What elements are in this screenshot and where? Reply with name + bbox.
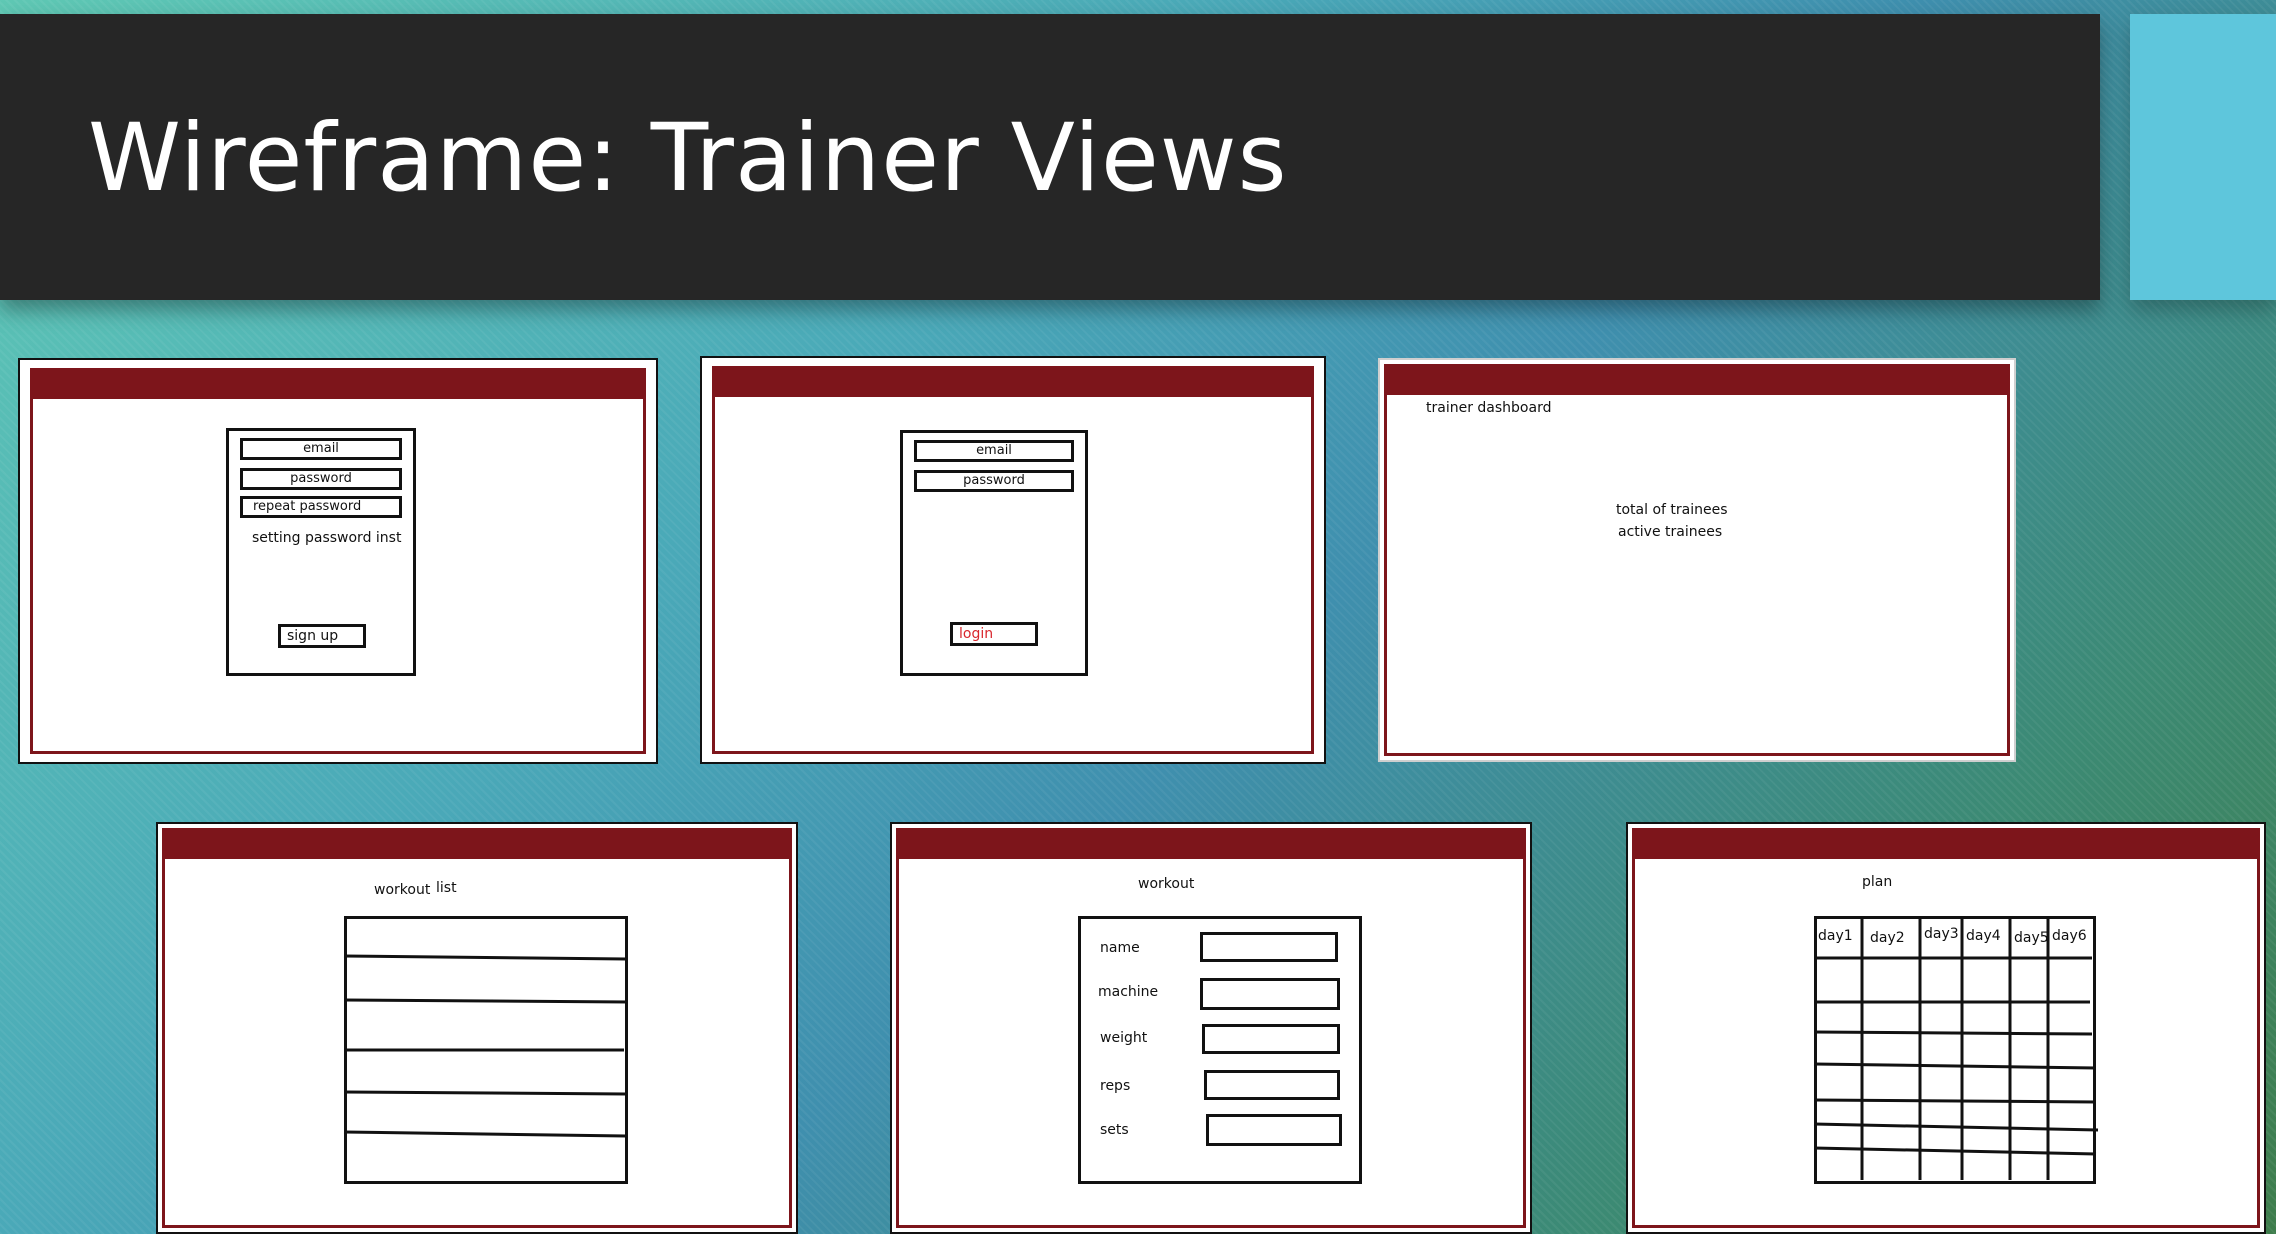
plan-day-header: day2 xyxy=(1870,930,1905,946)
plan-day-header: day3 xyxy=(1924,926,1959,942)
email-field[interactable]: email xyxy=(240,438,402,460)
password-instructions: setting password inst xyxy=(252,530,402,546)
panel-header xyxy=(715,369,1311,397)
sets-input[interactable] xyxy=(1206,1114,1342,1146)
plan-day-header: day1 xyxy=(1818,928,1853,944)
panel-header xyxy=(33,371,643,399)
panel-header xyxy=(1635,831,2257,859)
accent-block xyxy=(2130,14,2276,300)
dashboard-title: trainer dashboard xyxy=(1426,400,1552,416)
list-row-dividers xyxy=(343,954,629,1138)
plan-title: plan xyxy=(1862,874,1893,890)
workout-list-title: workout xyxy=(374,882,431,898)
signup-wireframe: email password repeat password setting p… xyxy=(18,358,658,764)
weight-input[interactable] xyxy=(1202,1024,1340,1054)
sign-up-button[interactable]: sign up xyxy=(278,624,366,648)
plan-day-header: day4 xyxy=(1966,928,2001,944)
plan-day-header: day6 xyxy=(2052,928,2087,944)
panel-header xyxy=(899,831,1523,859)
password-field[interactable]: password xyxy=(914,470,1074,492)
login-wireframe: email password login xyxy=(700,356,1326,764)
title-bar: Wireframe: Trainer Views xyxy=(0,14,2100,300)
dashboard-wireframe: trainer dashboard total of trainees acti… xyxy=(1378,358,2016,762)
name-input[interactable] xyxy=(1200,932,1338,962)
workout-wireframe: workout name machine weight reps sets xyxy=(890,822,1532,1234)
email-field[interactable]: email xyxy=(914,440,1074,462)
plan-wireframe: plan day1 day2 day3 day4 day5 day6 xyxy=(1626,822,2266,1234)
machine-input[interactable] xyxy=(1200,978,1340,1010)
plan-grid-lines xyxy=(1813,916,2099,1180)
workout-title: workout xyxy=(1138,876,1195,892)
sets-label: sets xyxy=(1100,1122,1129,1138)
workout-list-wireframe: workout list xyxy=(156,822,798,1234)
active-trainees-label: active trainees xyxy=(1618,524,1723,540)
name-label: name xyxy=(1100,940,1140,956)
repeat-password-field[interactable]: repeat password xyxy=(240,496,402,518)
machine-label: machine xyxy=(1098,984,1159,1000)
password-field[interactable]: password xyxy=(240,468,402,490)
slide-title: Wireframe: Trainer Views xyxy=(88,104,1288,213)
plan-day-header: day5 xyxy=(2014,930,2049,946)
total-trainees-label: total of trainees xyxy=(1616,502,1728,518)
login-button[interactable]: login xyxy=(950,622,1038,646)
reps-label: reps xyxy=(1100,1078,1131,1094)
panel-header xyxy=(165,831,789,859)
panel-frame xyxy=(1384,364,2010,756)
reps-input[interactable] xyxy=(1204,1070,1340,1100)
weight-label: weight xyxy=(1100,1030,1148,1046)
panel-header xyxy=(1387,367,2007,395)
workout-list-title-suffix: list xyxy=(436,880,457,896)
